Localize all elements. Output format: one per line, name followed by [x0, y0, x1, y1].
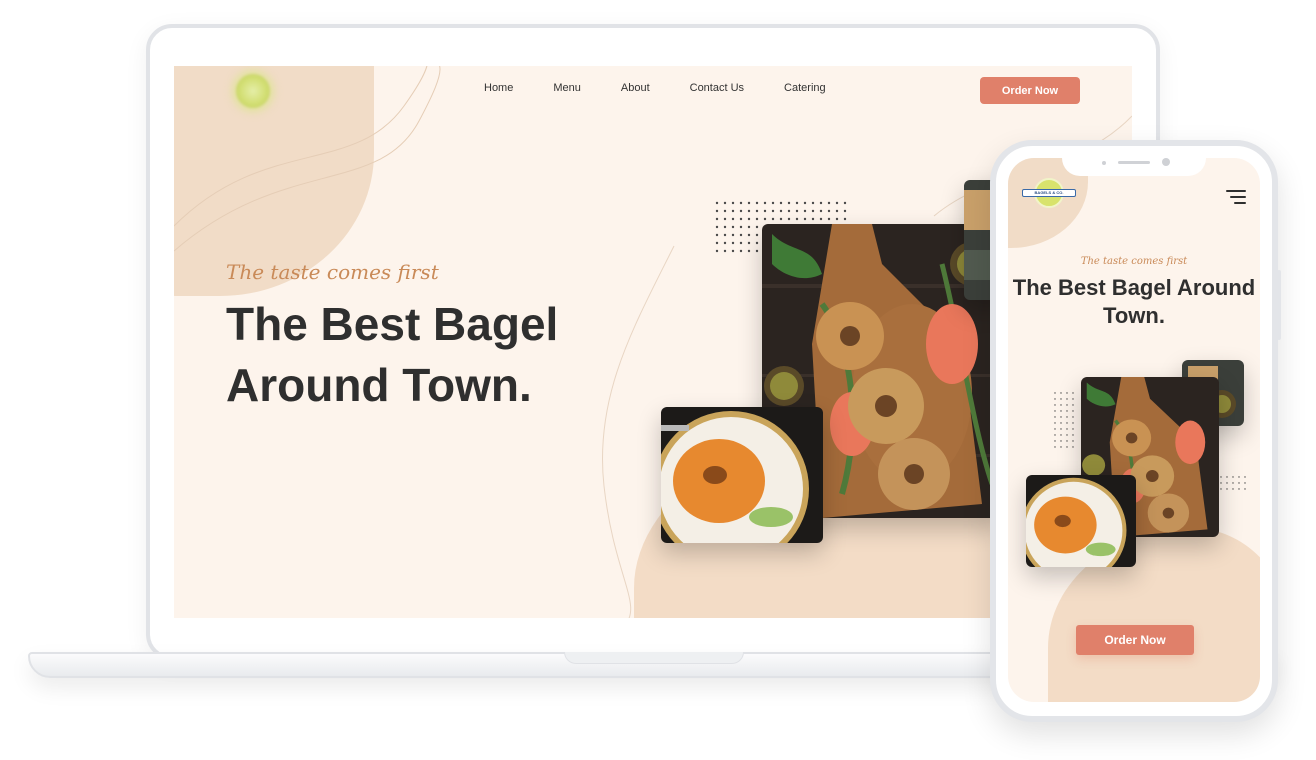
logo-wordmark: BAGELS & CO. — [1022, 189, 1076, 197]
hero-headline: The Best Bagel Around Town. — [1012, 275, 1256, 328]
order-now-button[interactable]: Order Now — [1076, 625, 1194, 655]
decorative-dot-grid-left — [1054, 392, 1074, 448]
hero-tagline: The taste comes first — [1080, 256, 1188, 267]
nav-catering[interactable]: Catering — [784, 82, 826, 94]
laptop-hinge-notch — [564, 652, 744, 664]
phone-sensor — [1102, 161, 1106, 165]
nav-contact-us[interactable]: Contact Us — [690, 82, 744, 94]
decorative-dot-grid-right — [1220, 476, 1246, 490]
site-logo[interactable] — [236, 74, 270, 108]
hero-tagline: The taste comes first — [226, 260, 439, 284]
phone-camera — [1162, 158, 1170, 166]
hero-headline: The Best Bagel Around Town. — [226, 298, 559, 411]
bagel-plate-photo — [1026, 475, 1136, 567]
bagel-plate-photo — [661, 407, 823, 543]
phone-side-button — [1277, 270, 1281, 340]
nav-about[interactable]: About — [621, 82, 650, 94]
main-nav: Home Menu About Contact Us Catering — [484, 82, 826, 94]
order-now-button[interactable]: Order Now — [980, 77, 1080, 104]
nav-home[interactable]: Home — [484, 82, 513, 94]
nav-menu[interactable]: Menu — [553, 82, 581, 94]
hamburger-menu-icon[interactable] — [1226, 190, 1246, 206]
desktop-landing-page: Home Menu About Contact Us Catering Orde… — [174, 66, 1132, 618]
phone-speaker — [1118, 161, 1150, 164]
mobile-landing-page: BAGELS & CO. The taste comes first The B… — [1008, 158, 1260, 702]
